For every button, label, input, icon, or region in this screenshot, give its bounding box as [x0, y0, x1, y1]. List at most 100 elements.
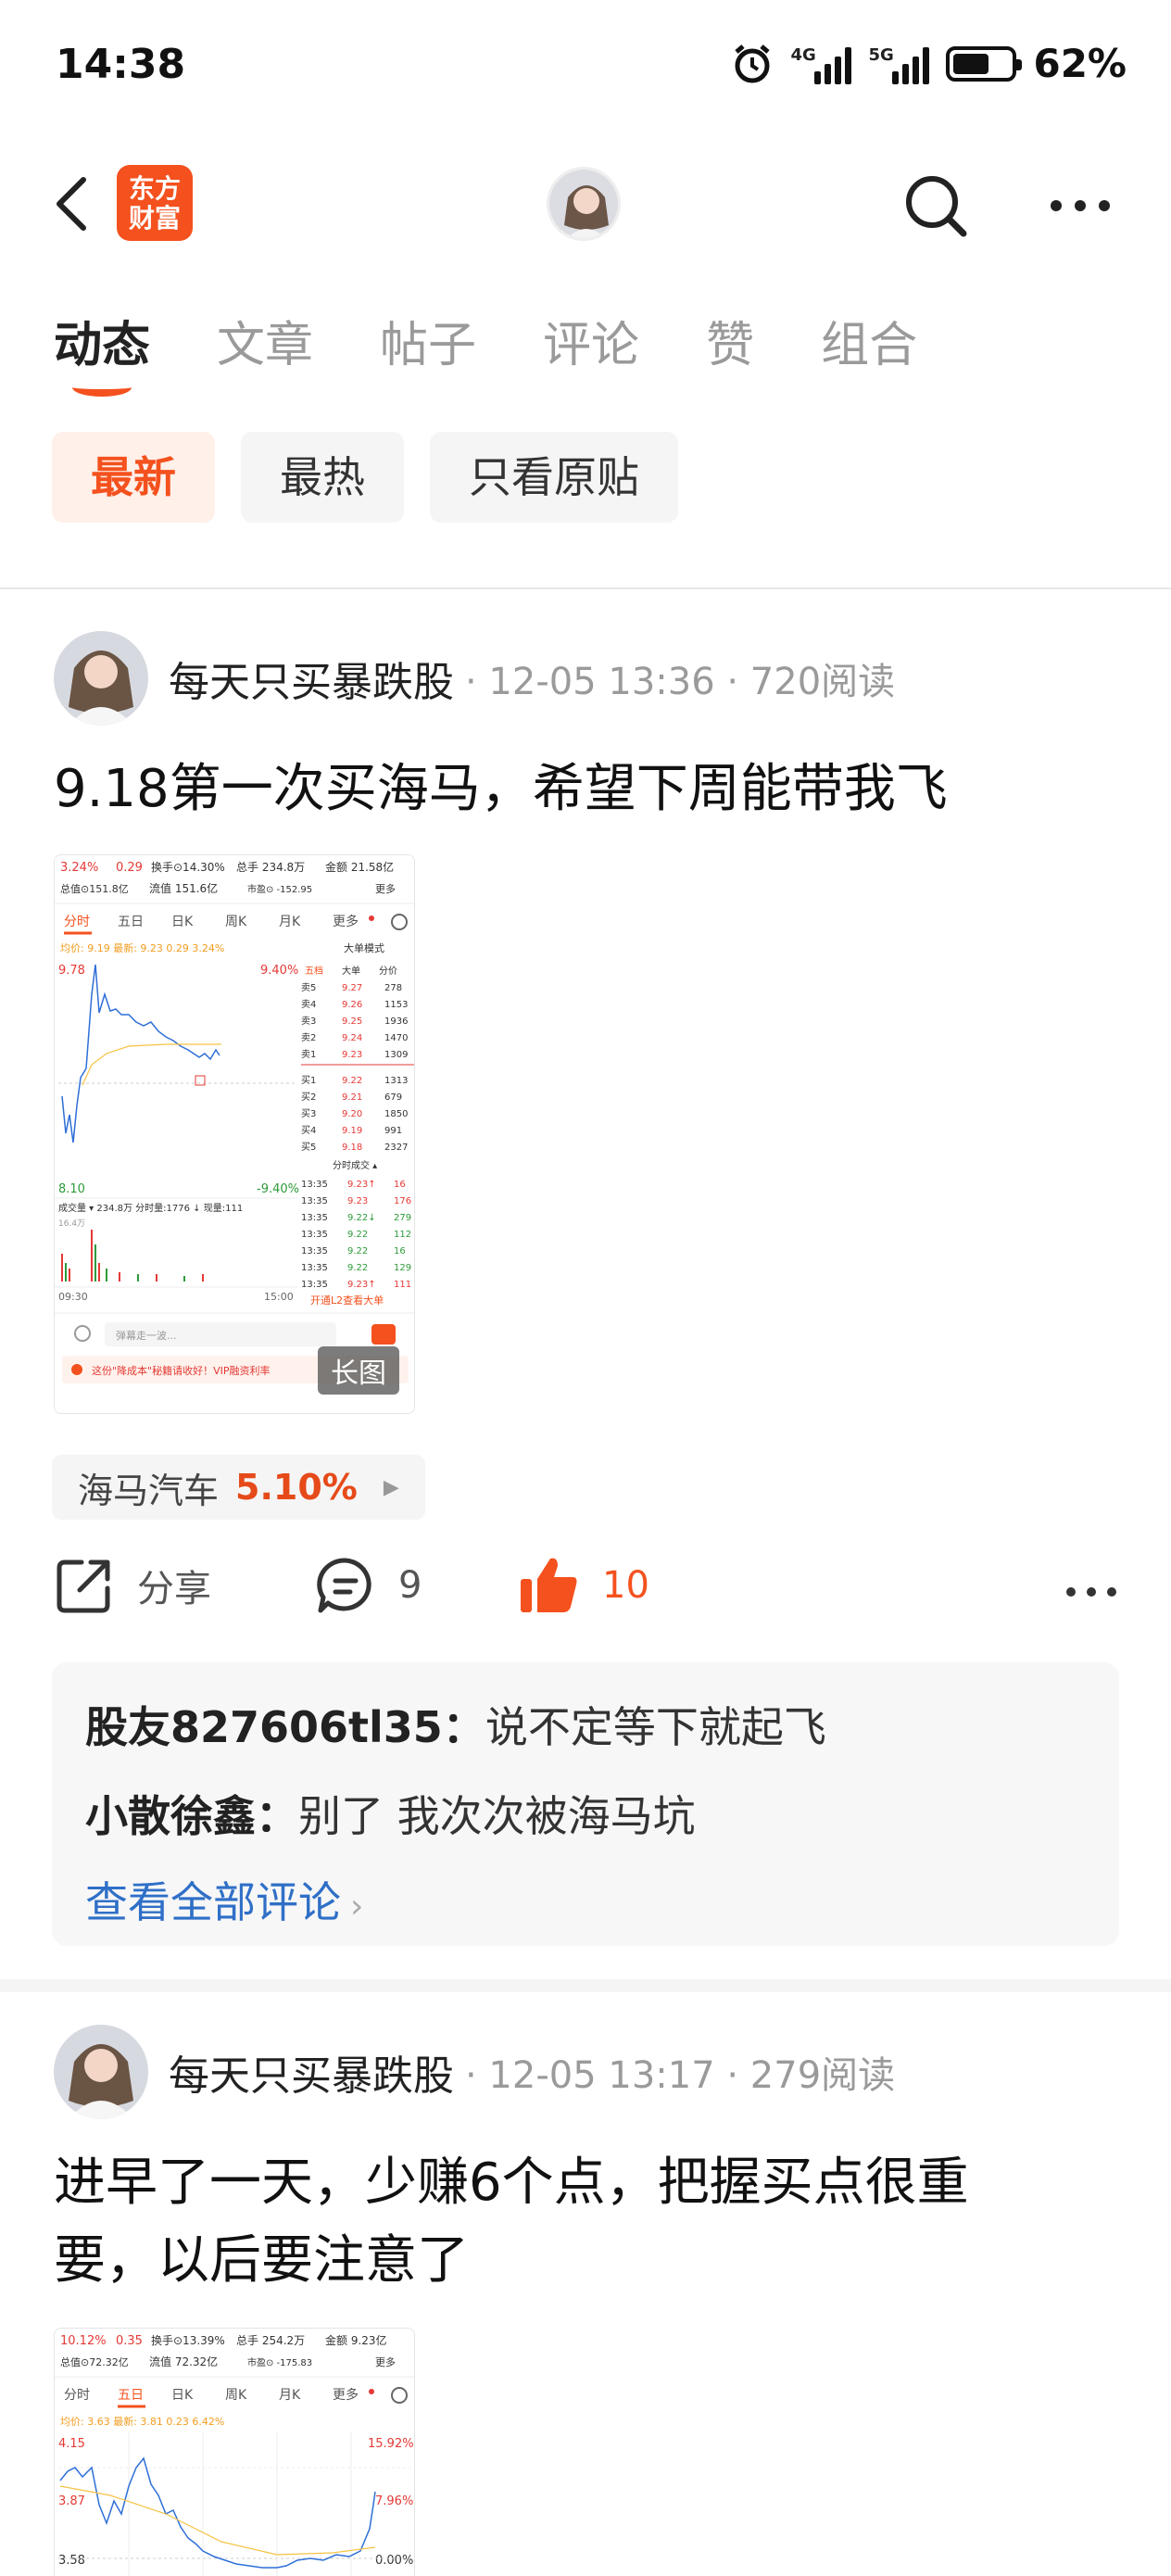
period-tab: 更多	[333, 2387, 359, 2403]
svg-text:278: 278	[384, 983, 402, 993]
author-name[interactable]: 每天只买暴跌股	[169, 2042, 454, 2102]
svg-text:9.23↑: 9.23↑	[347, 1280, 376, 1290]
period-tab: 五日	[118, 915, 144, 929]
post-header: 每天只买暴跌股 · 12-05 13:17 · 279阅读	[54, 2024, 895, 2120]
view-all-comments-link[interactable]: 查看全部评论 ›	[85, 1861, 1086, 1949]
svg-text:1153: 1153	[384, 1000, 408, 1010]
battery-icon	[946, 45, 1023, 82]
post-image-chart[interactable]: 10.12% 0.35 换手⊙13.39% 总手 254.2万 金额 9.23亿…	[54, 2328, 415, 2576]
chart-more: 更多	[375, 2355, 396, 2368]
chart-float-mv: 流值 72.32亿	[149, 2355, 218, 2368]
period-tab: 日K	[171, 2388, 194, 2403]
svg-text:2327: 2327	[384, 1143, 408, 1153]
tab-portfolios[interactable]: 组合	[821, 306, 917, 375]
more-options-icon[interactable]	[1047, 169, 1114, 243]
post-meta: · 12-05 13:17 · 279阅读	[465, 2054, 896, 2097]
chart-turnover: 换手⊙13.39%	[151, 2334, 225, 2347]
comment-text: 说不定等下就起飞	[485, 1702, 826, 1752]
y-low-pct-label: -9.40%	[257, 1182, 299, 1196]
order-tab: 分价	[379, 966, 397, 977]
chart-amount: 金额 21.58亿	[325, 860, 394, 874]
stock-tag[interactable]: 海马汽车 5.10% ▶	[52, 1455, 425, 1520]
y-low-label: 8.10	[58, 1182, 85, 1196]
app-logo[interactable]: 东方 财富	[117, 165, 193, 241]
svg-text:卖1: 卖1	[301, 1049, 316, 1060]
signal-4g-icon: 4G	[790, 44, 852, 84]
period-tab: 更多	[333, 914, 359, 929]
chart-pe: 市盈⊙ -175.83	[247, 2356, 312, 2368]
filter-hottest[interactable]: 最热	[241, 432, 404, 523]
chart-avg-line: 均价: 3.63 最新: 3.81 0.23 6.42%	[60, 2415, 224, 2428]
tab-posts[interactable]: 帖子	[380, 306, 476, 375]
section-divider	[0, 587, 1171, 589]
signal-5g-icon: 5G	[868, 44, 930, 84]
svg-text:13:35: 13:35	[301, 1213, 328, 1223]
svg-text:13:35: 13:35	[301, 1246, 328, 1256]
tab-dynamic[interactable]: 动态	[54, 306, 150, 397]
svg-text:991: 991	[384, 1126, 402, 1136]
post-more-icon[interactable]	[1064, 1573, 1119, 1610]
svg-text:1309: 1309	[384, 1050, 408, 1060]
share-button[interactable]: 分享	[54, 1555, 211, 1616]
search-icon[interactable]	[899, 169, 973, 243]
post-image-chart[interactable]: 3.24% 0.29 换手⊙14.30% 总手 234.8万 金额 21.58亿…	[54, 854, 415, 1414]
svg-text:买4: 买4	[301, 1125, 316, 1136]
post-title[interactable]: 9.18第一次买海马，希望下周能带我飞	[54, 751, 1119, 828]
comment-button[interactable]: 9	[315, 1555, 422, 1616]
comment-text: 别了 我次次被海马坑	[298, 1791, 696, 1841]
svg-text:9.22: 9.22	[347, 1246, 368, 1256]
post-title[interactable]: 进早了一天，少赚6个点，把握买点很重 要，以后要注意了	[54, 2144, 1119, 2300]
period-tab: 月K	[279, 915, 301, 929]
status-icons: 4G 5G 62%	[731, 41, 1127, 86]
comment-icon	[317, 1558, 371, 1613]
svg-text:9.23: 9.23	[347, 1196, 368, 1206]
period-tab: 五日	[118, 2388, 144, 2403]
chart-total-mv: 总值⊙72.32亿	[60, 2355, 129, 2368]
author-avatar[interactable]	[54, 631, 148, 726]
filter-latest[interactable]: 最新	[52, 432, 215, 523]
chart-volume: 总手 234.8万	[236, 861, 305, 874]
user-avatar[interactable]	[547, 167, 621, 241]
chart-avg-line: 均价: 9.19 最新: 9.23 0.29 3.24%	[60, 941, 224, 954]
svg-text:279: 279	[394, 1213, 411, 1223]
svg-text:13:35: 13:35	[301, 1180, 328, 1190]
like-button[interactable]: 10	[517, 1555, 649, 1616]
author-avatar[interactable]	[54, 2025, 148, 2119]
network-4g-label: 4G	[790, 44, 816, 65]
svg-text:176: 176	[394, 1196, 411, 1206]
tab-likes[interactable]: 赞	[706, 306, 754, 375]
chart-mode: 大单模式	[344, 941, 384, 954]
svg-text:9.22: 9.22	[342, 1076, 362, 1086]
stock-name: 海马汽车	[78, 1470, 220, 1511]
tab-articles[interactable]: 文章	[217, 306, 313, 375]
filter-original-only[interactable]: 只看原贴	[430, 432, 678, 523]
svg-text:卖4: 卖4	[301, 999, 316, 1010]
comment-item[interactable]: 股友827606tl35：说不定等下就起飞	[85, 1683, 1086, 1772]
svg-text:112: 112	[394, 1230, 411, 1240]
svg-text:9.22: 9.22	[347, 1230, 368, 1240]
profile-tabs: 动态 文章 帖子 评论 赞 组合	[54, 306, 984, 397]
period-tab: 分时	[64, 2388, 90, 2403]
svg-text:1470: 1470	[384, 1033, 408, 1043]
period-tab: 月K	[279, 2388, 301, 2403]
svg-text:卖5: 卖5	[301, 982, 316, 993]
svg-text:9.20: 9.20	[342, 1109, 362, 1119]
back-icon[interactable]	[48, 174, 104, 234]
y-low-label: 3.58	[58, 2554, 85, 2568]
svg-text:9.23: 9.23	[342, 1050, 362, 1060]
author-name[interactable]: 每天只买暴跌股	[169, 649, 454, 708]
svg-text:13:35: 13:35	[301, 1280, 328, 1290]
comment-user: 股友827606tl35：	[85, 1702, 485, 1752]
tab-comments[interactable]: 评论	[543, 306, 639, 375]
comment-item[interactable]: 小散徐鑫：别了 我次次被海马坑	[85, 1772, 1086, 1861]
period-tab: 分时	[64, 915, 90, 929]
y-mid-label: 3.87	[58, 2494, 85, 2508]
l2-upsell: 开通L2查看大单	[310, 1294, 384, 1307]
alarm-icon	[735, 44, 771, 82]
chevron-right-icon: ›	[350, 1888, 364, 1926]
y-high-label: 9.78	[58, 964, 85, 978]
svg-text:13:35: 13:35	[301, 1263, 328, 1273]
svg-text:卖2: 卖2	[301, 1032, 316, 1043]
filter-chips: 最新 最热 只看原贴	[52, 432, 678, 523]
network-5g-label: 5G	[868, 44, 894, 65]
